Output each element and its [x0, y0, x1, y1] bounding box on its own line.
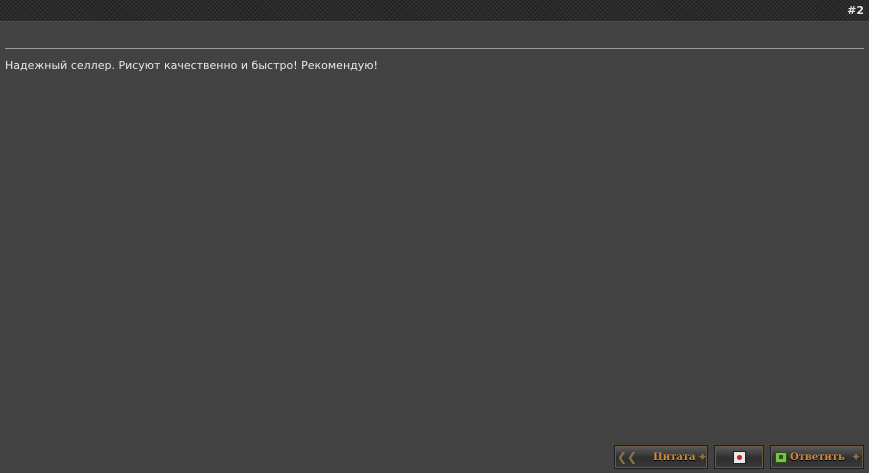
- ornament-left-icon: ❮❮: [617, 450, 638, 464]
- quote-button[interactable]: ❮❮ Цитата ✦: [614, 445, 708, 469]
- ornament-right-icon: ✦: [850, 450, 861, 464]
- reply-icon: [775, 451, 787, 463]
- ornament-right-icon: ✦: [697, 450, 708, 464]
- post-divider: [5, 48, 864, 49]
- post-number-link[interactable]: #2: [847, 4, 864, 17]
- post-header: #2: [0, 0, 869, 22]
- quote-button-label: Цитата: [653, 451, 696, 463]
- forum-post: #2 Надежный селлер. Рисуют качественно и…: [0, 0, 869, 473]
- report-button[interactable]: [714, 445, 764, 469]
- reply-button-label: Ответить: [790, 451, 845, 463]
- reply-button[interactable]: Ответить ✦: [770, 445, 864, 469]
- report-icon: [732, 450, 746, 464]
- post-message: Надежный селлер. Рисуют качественно и бы…: [5, 59, 378, 72]
